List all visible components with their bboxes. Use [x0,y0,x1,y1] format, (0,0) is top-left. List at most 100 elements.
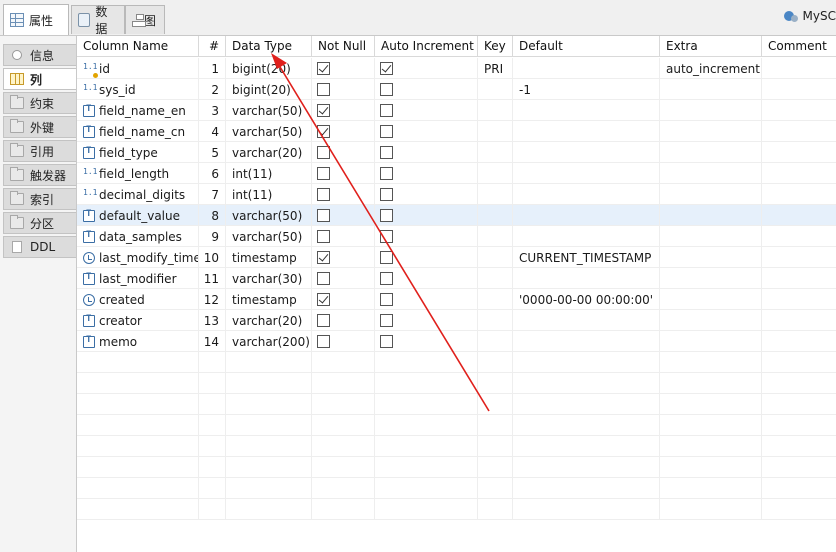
table-row[interactable]: sys_id 2bigint(20) -1 [77,79,836,100]
data-type-cell[interactable]: varchar(20) [226,142,312,163]
sidebar-item-indexes[interactable]: 索引 [3,188,76,210]
not-null-checkbox[interactable] [317,125,330,138]
default-cell[interactable] [513,142,660,163]
column-name-cell[interactable]: field_length [77,163,199,184]
default-cell[interactable] [513,205,660,226]
column-header-name[interactable]: Column Name [77,36,199,57]
auto-increment-checkbox[interactable] [380,62,393,75]
default-cell[interactable]: '0000-00-00 00:00:00' [513,289,660,310]
column-name-cell[interactable]: creator [77,310,199,331]
data-type-cell[interactable]: timestamp [226,247,312,268]
comment-cell[interactable] [762,163,836,184]
column-name-cell[interactable]: id [77,58,199,79]
column-name-cell[interactable]: default_value [77,205,199,226]
sidebar-item-foreign-keys[interactable]: 外键 [3,116,76,138]
data-type-cell[interactable]: bigint(20) [226,79,312,100]
not-null-checkbox[interactable] [317,314,330,327]
table-row[interactable]: default_value 8varchar(50) [77,205,836,226]
comment-cell[interactable] [762,226,836,247]
default-cell[interactable] [513,310,660,331]
column-name-cell[interactable]: decimal_digits [77,184,199,205]
table-row[interactable]: field_length 6int(11) [77,163,836,184]
default-cell[interactable]: -1 [513,79,660,100]
comment-cell[interactable] [762,268,836,289]
auto-increment-checkbox[interactable] [380,146,393,159]
data-type-cell[interactable]: varchar(200) [226,331,312,352]
table-row[interactable]: id 1bigint(20) PRI auto_increment [77,58,836,79]
not-null-checkbox[interactable] [317,104,330,117]
not-null-checkbox[interactable] [317,293,330,306]
data-type-cell[interactable]: varchar(50) [226,100,312,121]
column-name-cell[interactable]: sys_id [77,79,199,100]
comment-cell[interactable] [762,205,836,226]
default-cell[interactable] [513,100,660,121]
sidebar-item-columns[interactable]: 列 [3,68,76,90]
comment-cell[interactable] [762,79,836,100]
not-null-checkbox[interactable] [317,272,330,285]
not-null-checkbox[interactable] [317,335,330,348]
column-header-auto-increment[interactable]: Auto Increment [375,36,478,57]
sidebar-item-references[interactable]: 引用 [3,140,76,162]
comment-cell[interactable] [762,184,836,205]
default-cell[interactable] [513,121,660,142]
not-null-checkbox[interactable] [317,251,330,264]
sidebar-item-partitions[interactable]: 分区 [3,212,76,234]
not-null-checkbox[interactable] [317,146,330,159]
comment-cell[interactable] [762,310,836,331]
not-null-checkbox[interactable] [317,167,330,180]
sidebar-item-ddl[interactable]: DDL [3,236,76,258]
column-name-cell[interactable]: field_type [77,142,199,163]
auto-increment-checkbox[interactable] [380,125,393,138]
auto-increment-checkbox[interactable] [380,83,393,96]
not-null-checkbox[interactable] [317,188,330,201]
sidebar-item-info[interactable]: 信息 [3,44,76,66]
tab-properties[interactable]: 属性 [3,4,69,35]
default-cell[interactable] [513,226,660,247]
data-type-cell[interactable]: varchar(30) [226,268,312,289]
data-type-cell[interactable]: varchar(20) [226,310,312,331]
column-name-cell[interactable]: field_name_cn [77,121,199,142]
column-name-cell[interactable]: last_modify_time [77,247,199,268]
column-header-default[interactable]: Default [513,36,660,57]
table-row[interactable]: creator 13varchar(20) [77,310,836,331]
data-type-cell[interactable]: varchar(50) [226,121,312,142]
auto-increment-checkbox[interactable] [380,167,393,180]
auto-increment-checkbox[interactable] [380,272,393,285]
column-header-comment[interactable]: Comment [762,36,836,57]
default-cell[interactable] [513,163,660,184]
data-type-cell[interactable]: bigint(20) [226,58,312,79]
table-row[interactable]: last_modify_time 10 timestamp CURRENT_TIMES… [77,247,836,268]
columns-grid[interactable]: Column Name # Data Type Not Null Auto In… [77,36,836,552]
data-type-cell[interactable]: varchar(50) [226,226,312,247]
column-name-cell[interactable]: last_modifier [77,268,199,289]
default-cell[interactable] [513,268,660,289]
default-cell[interactable] [513,331,660,352]
column-name-cell[interactable]: created [77,289,199,310]
comment-cell[interactable] [762,142,836,163]
data-type-cell[interactable]: varchar(50) [226,205,312,226]
comment-cell[interactable] [762,331,836,352]
sidebar-item-constraints[interactable]: 约束 [3,92,76,114]
column-name-cell[interactable]: data_samples [77,226,199,247]
default-cell[interactable]: CURRENT_TIMESTAMP [513,247,660,268]
comment-cell[interactable] [762,121,836,142]
default-cell[interactable] [513,184,660,205]
column-header-not-null[interactable]: Not Null [312,36,375,57]
auto-increment-checkbox[interactable] [380,209,393,222]
table-row[interactable]: last_modifier 11varchar(30) [77,268,836,289]
not-null-checkbox[interactable] [317,230,330,243]
auto-increment-checkbox[interactable] [380,230,393,243]
comment-cell[interactable] [762,58,836,79]
auto-increment-checkbox[interactable] [380,335,393,348]
not-null-checkbox[interactable] [317,83,330,96]
table-row[interactable]: data_samples 9varchar(50) [77,226,836,247]
table-row[interactable]: decimal_digits 7int(11) [77,184,836,205]
table-row[interactable]: field_name_cn 4varchar(50) [77,121,836,142]
column-header-data-type[interactable]: Data Type [226,36,312,57]
comment-cell[interactable] [762,247,836,268]
column-header-extra[interactable]: Extra [660,36,762,57]
table-row[interactable]: created 12 timestamp '0000-00-00 00:00:00' [77,289,836,310]
table-row[interactable]: memo 14varchar(200) [77,331,836,352]
column-header-number[interactable]: # [199,36,226,57]
comment-cell[interactable] [762,100,836,121]
